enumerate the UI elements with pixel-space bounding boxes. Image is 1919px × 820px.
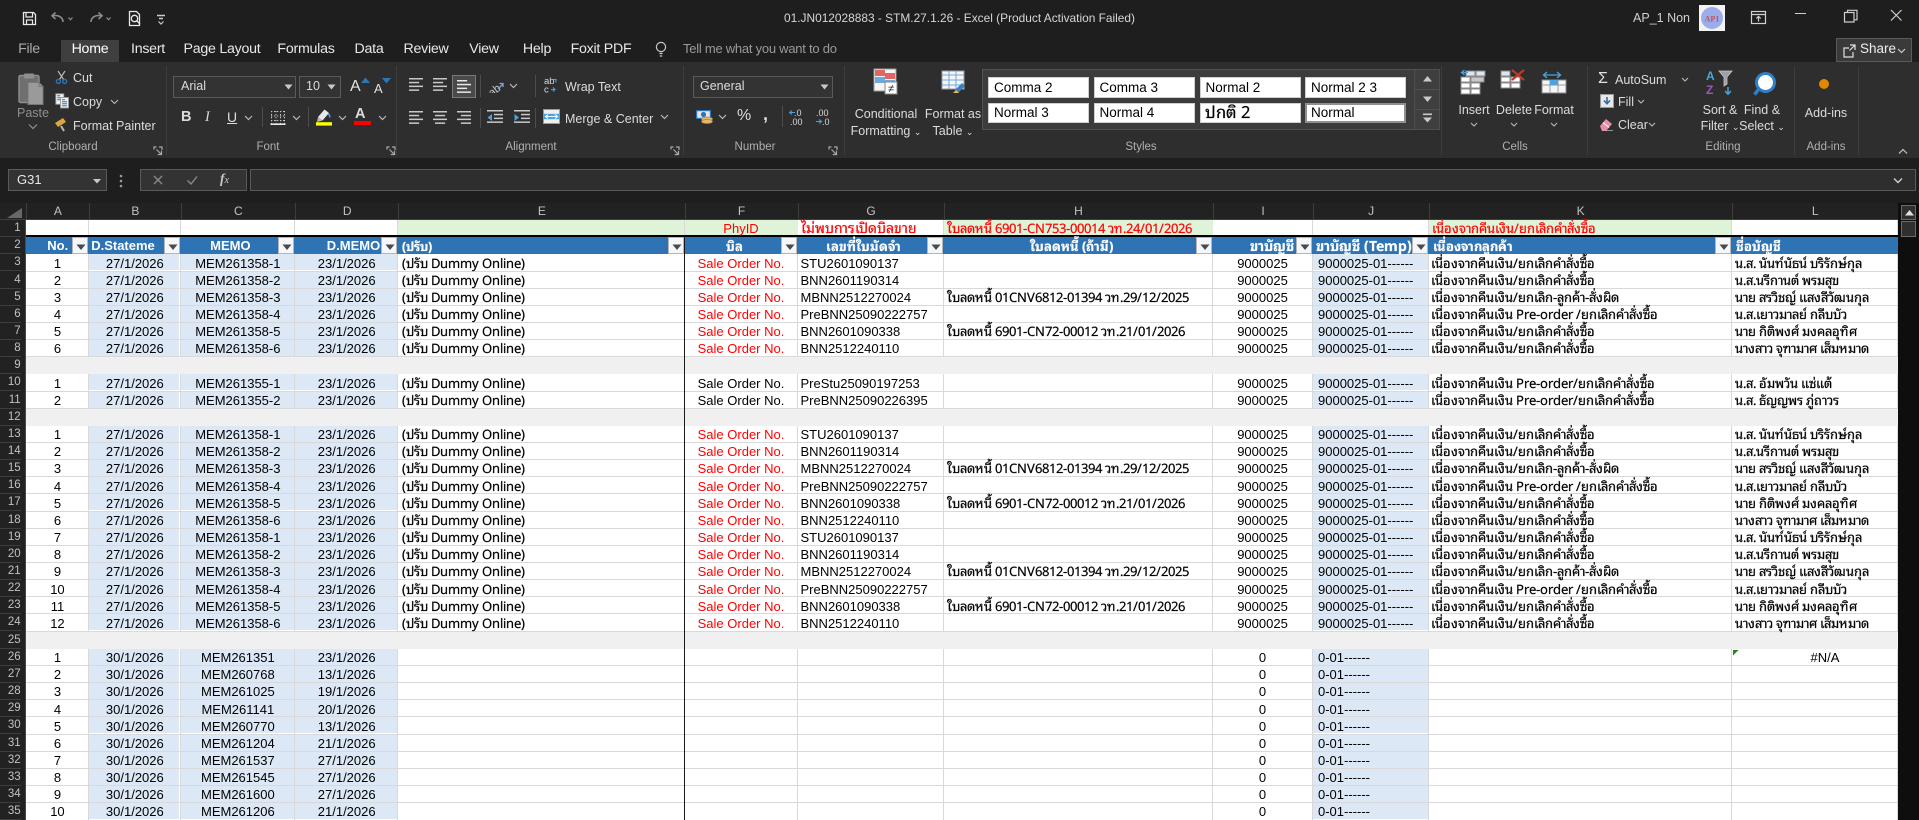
svg-text:c: c: [544, 85, 549, 94]
svg-text:Z: Z: [1706, 83, 1713, 96]
svg-text:AP1: AP1: [1705, 15, 1720, 24]
svg-text:≠: ≠: [888, 83, 894, 95]
svg-text:.00: .00: [790, 117, 803, 126]
svg-text:A: A: [1706, 69, 1715, 83]
